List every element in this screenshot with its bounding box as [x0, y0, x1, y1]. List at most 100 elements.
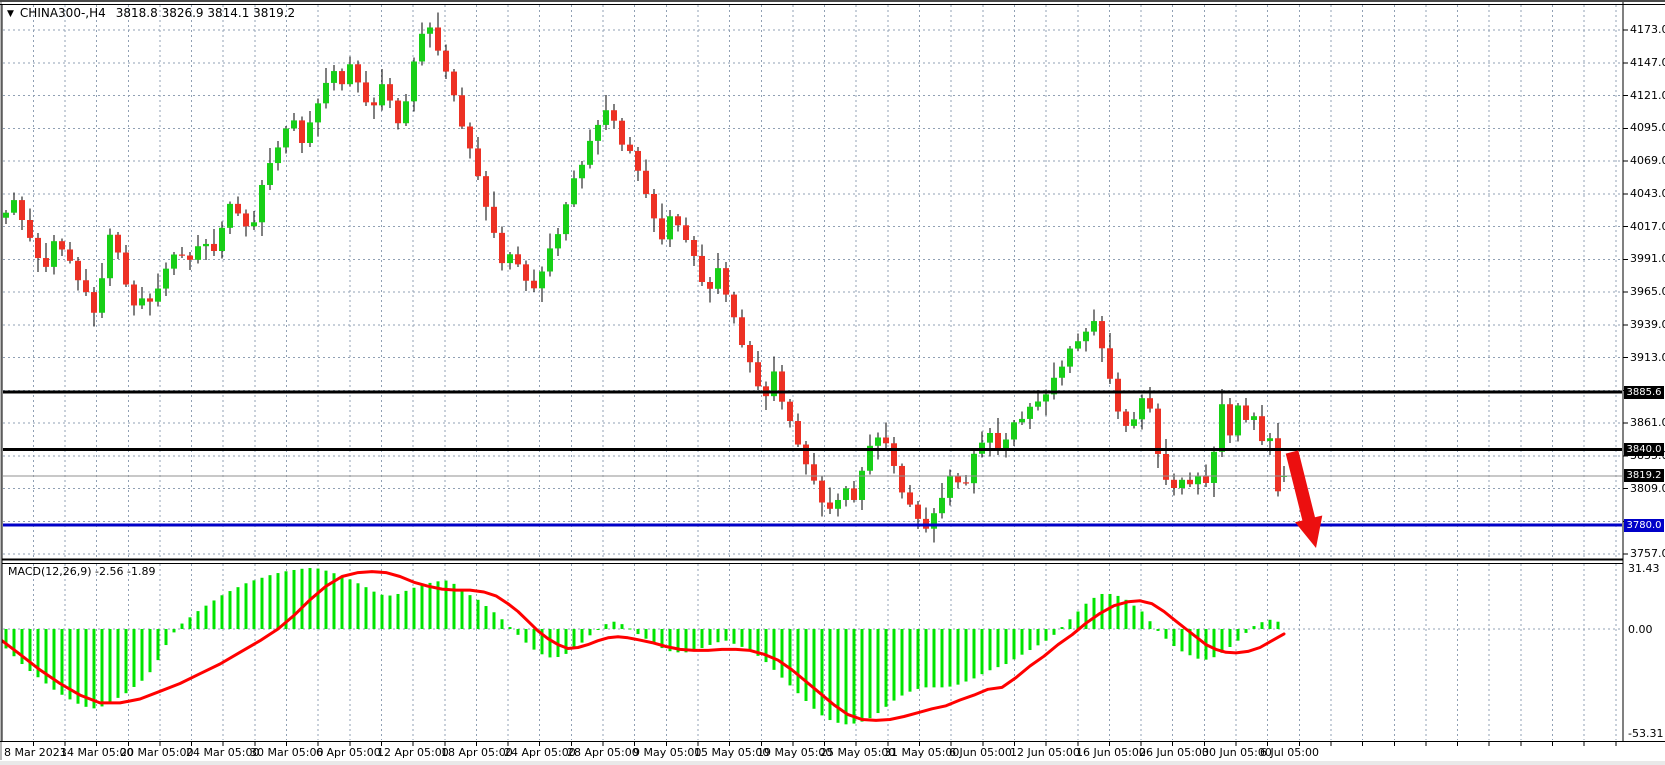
macd-histogram-bar [1044, 629, 1048, 641]
macd-histogram-bar [268, 575, 272, 629]
bear-candle [1115, 378, 1121, 412]
macd-histogram-bar [508, 627, 512, 629]
bear-candle [651, 193, 657, 219]
bear-candle [211, 243, 217, 252]
macd-scale-label: -53.31 [1628, 727, 1664, 740]
bull-candle [555, 234, 561, 249]
chart-title: ▼ CHINA300-,H4 3818.8 3826.9 3814.1 3819.2 [7, 6, 295, 20]
time-axis-label: 20 Mar 05:00 [120, 746, 194, 759]
macd-indicator-label: MACD(12,26,9) -2.56 -1.89 [8, 565, 156, 578]
bear-candle [1203, 476, 1209, 483]
macd-histogram-bar [148, 629, 152, 673]
bear-candle [747, 345, 753, 363]
bull-candle [411, 61, 417, 102]
macd-histogram-bar [108, 629, 112, 703]
bull-candle [379, 84, 385, 106]
price-level-badge: 3885.6 [1624, 385, 1664, 399]
bear-candle [91, 292, 97, 313]
bear-candle [235, 203, 241, 214]
bull-candle [227, 203, 233, 228]
bear-candle [787, 401, 793, 422]
bull-candle [1139, 398, 1145, 420]
bear-candle [499, 232, 505, 264]
macd-histogram-bar [100, 629, 104, 707]
macd-histogram-bar [460, 589, 464, 629]
bear-candle [1099, 321, 1105, 349]
bear-candle [355, 64, 361, 83]
chart-background [0, 0, 1665, 765]
bull-candle [715, 268, 721, 289]
bear-candle [683, 225, 689, 240]
time-axis-label: 24 Mar 05:00 [186, 746, 260, 759]
bear-candle [35, 237, 41, 259]
window-bottom-strip [0, 761, 1665, 765]
bear-candle [243, 213, 249, 227]
bull-candle [11, 200, 17, 213]
bear-candle [27, 220, 33, 238]
chart-canvas[interactable] [0, 0, 1665, 765]
macd-histogram-bar [468, 595, 472, 629]
bear-candle [611, 110, 617, 121]
bull-candle [843, 488, 849, 500]
bull-candle [1083, 331, 1089, 342]
price-axis-label: 3861.0 [1630, 416, 1665, 430]
macd-histogram-bar [516, 629, 520, 635]
symbol-period-label: CHINA300-,H4 [19, 6, 106, 20]
time-axis-label: 18 Apr 05:00 [441, 746, 513, 759]
macd-histogram-bar [908, 629, 912, 692]
macd-histogram-bar [980, 629, 984, 675]
bear-candle [899, 465, 905, 493]
price-axis-label: 3939.0 [1630, 317, 1665, 331]
bear-candle [891, 443, 897, 466]
macd-histogram-bar [852, 629, 856, 724]
bear-candle [819, 480, 825, 503]
macd-histogram-bar [348, 579, 352, 629]
bull-candle [99, 278, 105, 313]
bull-candle [307, 122, 313, 143]
macd-histogram-bar [180, 623, 184, 629]
bull-candle [547, 248, 553, 272]
macd-histogram-bar [380, 594, 384, 629]
macd-histogram-bar [1252, 626, 1256, 629]
symbol-dropdown-icon[interactable]: ▼ [7, 9, 14, 19]
macd-histogram-bar [252, 580, 256, 629]
bull-candle [571, 178, 577, 205]
bear-candle [699, 255, 705, 282]
macd-histogram-bar [140, 629, 144, 681]
macd-histogram-bar [932, 629, 936, 688]
bear-candle [723, 268, 729, 295]
macd-histogram-bar [884, 629, 888, 707]
price-axis-label: 4069.0 [1630, 154, 1665, 168]
bear-candle [691, 240, 697, 256]
bear-candle [1171, 479, 1177, 489]
macd-histogram-bar [244, 583, 248, 629]
macd-histogram-bar [420, 585, 424, 629]
macd-histogram-bar [172, 629, 176, 633]
macd-histogram-bar [1052, 629, 1056, 635]
macd-histogram-bar [1228, 629, 1232, 647]
bear-candle [1147, 398, 1153, 409]
macd-histogram-bar [1244, 629, 1248, 633]
macd-histogram-bar [940, 629, 944, 688]
macd-histogram-bar [804, 629, 808, 701]
macd-histogram-bar [1276, 621, 1280, 629]
bull-candle [283, 128, 289, 148]
bear-candle [387, 84, 393, 101]
bull-candle [875, 437, 881, 446]
macd-histogram-bar [612, 621, 616, 629]
bear-candle [371, 102, 377, 106]
macd-histogram-bar [652, 629, 656, 644]
macd-histogram-bar [1076, 611, 1080, 629]
macd-histogram-bar [1140, 611, 1144, 629]
macd-histogram-bar [372, 591, 376, 629]
bull-candle [171, 254, 177, 269]
macd-histogram-bar [924, 629, 928, 688]
bear-candle [115, 234, 121, 253]
bull-candle [539, 271, 545, 289]
macd-scale-label: 0.00 [1628, 623, 1653, 636]
time-axis-label: 16 Jun 05:00 [1076, 746, 1146, 759]
bear-candle [643, 170, 649, 194]
macd-histogram-bar [156, 629, 160, 661]
macd-histogram-bar [596, 629, 600, 630]
macd-histogram-bar [212, 600, 216, 629]
